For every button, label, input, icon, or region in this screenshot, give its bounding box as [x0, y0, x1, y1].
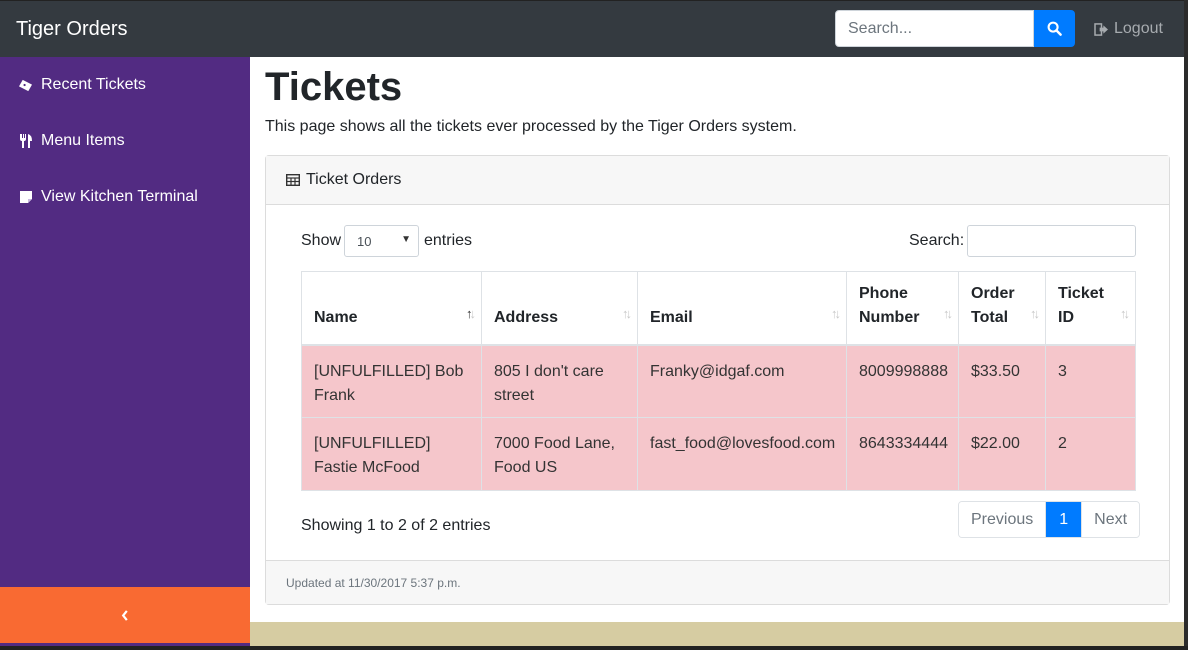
- pagination: Previous 1 Next: [958, 501, 1141, 538]
- table-header-row: Name ↑↓ Address ↑↓ Email ↑↓ Phone Number…: [301, 271, 1136, 346]
- table-row[interactable]: [UNFULFILLED] Bob Frank 805 I don't care…: [301, 344, 1136, 418]
- sidebar-collapse-button[interactable]: [0, 587, 250, 643]
- page-description: This page shows all the tickets ever pro…: [265, 118, 797, 135]
- column-header-address[interactable]: Address ↑↓: [481, 271, 638, 346]
- table-search-label: Search:: [909, 232, 965, 249]
- last-updated-text: Updated at 11/30/2017 5:37 p.m.: [286, 575, 461, 590]
- table-icon: [286, 174, 300, 186]
- table-row[interactable]: [UNFULFILLED] Fastie McFood 7000 Food La…: [301, 417, 1136, 491]
- sort-icon: ↑↓: [622, 305, 632, 321]
- column-header-ticket-id[interactable]: Ticket ID ↑↓: [1045, 271, 1136, 346]
- cell-phone: 8009998888: [846, 344, 959, 418]
- sort-icon: ↑↓: [943, 305, 953, 321]
- cell-address: 805 I don't care street: [481, 344, 638, 418]
- search-icon: [1047, 21, 1062, 36]
- cutlery-icon: [18, 134, 33, 149]
- card-footer: Updated at 11/30/2017 5:37 p.m.: [266, 560, 1169, 604]
- cell-email: Franky@idgaf.com: [637, 344, 847, 418]
- navbar-search-button[interactable]: [1034, 10, 1075, 47]
- table-info-text: Showing 1 to 2 of 2 entries: [301, 517, 491, 534]
- cell-total: $33.50: [958, 344, 1046, 418]
- chevron-left-icon: [121, 609, 128, 621]
- desktop-edge: [0, 646, 1188, 650]
- app-window: Tiger Orders Logout Recent Tickets: [0, 0, 1184, 650]
- cell-ticket-id: 3: [1045, 344, 1136, 418]
- card-header: Ticket Orders: [266, 156, 1169, 205]
- sort-ascending-icon: ↑↓: [466, 305, 476, 321]
- sort-icon: ↑↓: [1120, 305, 1130, 321]
- pagination-page-1[interactable]: 1: [1045, 502, 1082, 537]
- card-header-label: Ticket Orders: [306, 171, 402, 188]
- column-header-phone-number[interactable]: Phone Number ↑↓: [846, 271, 959, 346]
- table-search-input[interactable]: [967, 225, 1136, 257]
- sort-icon: ↑↓: [831, 305, 841, 321]
- sidebar-item-recent-tickets[interactable]: Recent Tickets: [18, 73, 146, 97]
- ticket-icon: [18, 78, 33, 93]
- navbar-search-input[interactable]: [835, 10, 1034, 47]
- column-header-name[interactable]: Name ↑↓: [301, 271, 482, 346]
- sidebar-item-label: Menu Items: [41, 132, 125, 149]
- cell-address: 7000 Food Lane, Food US: [481, 417, 638, 491]
- pagination-previous[interactable]: Previous: [959, 502, 1046, 537]
- cell-ticket-id: 2: [1045, 417, 1136, 491]
- entries-label: entries: [424, 232, 473, 249]
- caret-down-icon: ▼: [401, 234, 411, 245]
- pagination-next[interactable]: Next: [1081, 502, 1140, 537]
- ticket-orders-card: Ticket Orders Show 10 ▼ entries Search: …: [265, 155, 1170, 605]
- show-label: Show: [301, 232, 342, 249]
- sidebar: Recent Tickets Menu Items View Kitchen T…: [0, 57, 250, 650]
- tickets-table: Name ↑↓ Address ↑↓ Email ↑↓ Phone Number…: [301, 271, 1136, 491]
- window-scrollbar[interactable]: [1184, 0, 1188, 650]
- sticky-note-icon: [18, 190, 33, 205]
- column-header-order-total[interactable]: Order Total ↑↓: [958, 271, 1046, 346]
- column-header-email[interactable]: Email ↑↓: [637, 271, 847, 346]
- cell-total: $22.00: [958, 417, 1046, 491]
- sidebar-item-menu-items[interactable]: Menu Items: [18, 129, 125, 153]
- sidebar-item-label: View Kitchen Terminal: [41, 188, 198, 205]
- cell-name: [UNFULFILLED] Fastie McFood: [301, 417, 482, 491]
- cell-email: fast_food@lovesfood.com: [637, 417, 847, 491]
- cell-name: [UNFULFILLED] Bob Frank: [301, 344, 482, 418]
- brand-title[interactable]: Tiger Orders: [16, 18, 128, 41]
- logout-label: Logout: [1114, 20, 1163, 37]
- logout-link[interactable]: Logout: [1094, 20, 1163, 38]
- entries-per-page-select[interactable]: 10 ▼: [344, 225, 419, 257]
- main-content: Tickets This page shows all the tickets …: [250, 57, 1184, 622]
- cell-phone: 8643334444: [846, 417, 959, 491]
- sort-icon: ↑↓: [1030, 305, 1040, 321]
- sign-out-icon: [1094, 22, 1108, 36]
- sidebar-item-view-kitchen-terminal[interactable]: View Kitchen Terminal: [18, 185, 198, 209]
- page-bottom-strip: [250, 622, 1184, 646]
- sidebar-item-label: Recent Tickets: [41, 76, 146, 93]
- page-title: Tickets: [265, 65, 403, 109]
- top-navbar: Tiger Orders Logout: [0, 0, 1184, 57]
- entries-select-value: 10: [357, 233, 372, 249]
